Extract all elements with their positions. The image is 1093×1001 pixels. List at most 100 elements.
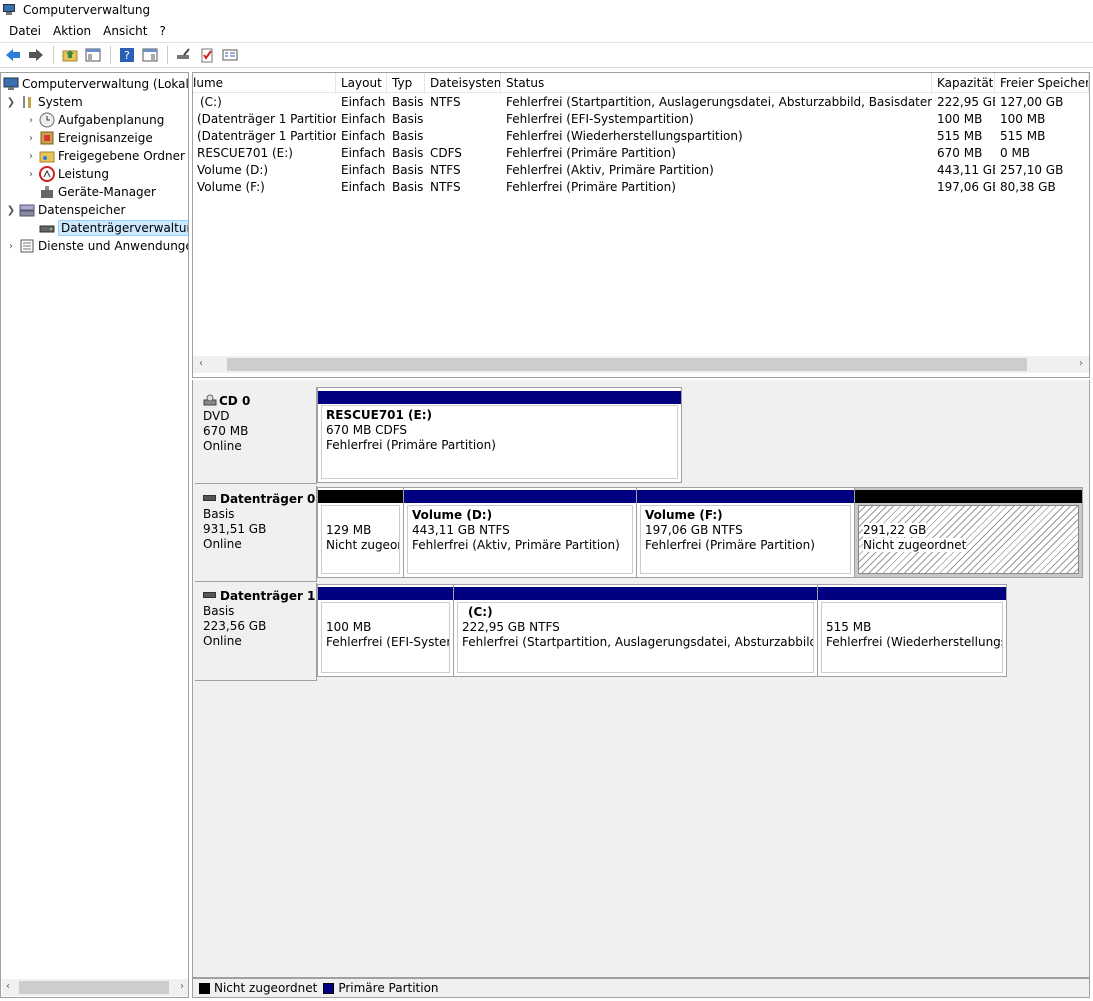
partition-info: 100 MB Fehlerfrei (EFI-Systempartition) <box>321 602 450 673</box>
title-bar: Computerverwaltung <box>0 0 1093 20</box>
partition-volume-f[interactable]: Volume (F:) 197,06 GB NTFS Fehlerfrei (P… <box>637 488 855 577</box>
disk-management-icon <box>39 220 55 236</box>
console-tree: Computerverwaltung (Lokal) ❯ System › Au… <box>0 72 189 998</box>
partition-color-bar <box>637 490 854 503</box>
volume-list-header: lume Layout Typ Dateisystem Status Kapaz… <box>193 73 1089 93</box>
checklist-icon[interactable] <box>197 46 216 65</box>
partition-info: 129 MB Nicht zugeordnet <box>321 505 400 574</box>
col-freier-speicher[interactable]: Freier Speicher <box>995 73 1089 93</box>
legend-swatch-primary <box>323 982 335 994</box>
tree-system[interactable]: ❯ System <box>5 93 83 111</box>
partition-info: 291,22 GB Nicht zugeordnet <box>858 505 1079 574</box>
svg-text:?: ? <box>124 49 130 62</box>
scroll-left-icon[interactable]: ‹ <box>199 358 203 369</box>
tree-item-ereignisanzeige[interactable]: › Ereignisanzeige <box>25 129 153 147</box>
col-kapazitaet[interactable]: Kapazität <box>932 73 995 93</box>
menu-datei[interactable]: Datei <box>3 24 47 38</box>
tree-item-leistung[interactable]: › Leistung <box>25 165 109 183</box>
menu-help[interactable]: ? <box>153 24 171 38</box>
tree-services[interactable]: › Dienste und Anwendungen <box>5 237 188 255</box>
partition-recovery[interactable]: 515 MB Fehlerfrei (Wiederherstellungspar… <box>818 585 1006 676</box>
tree-item-geraete-manager[interactable]: Geräte-Manager <box>39 183 156 201</box>
legend-label-primary: Primäre Partition <box>338 981 439 995</box>
computer-management-icon <box>3 4 17 16</box>
partition-unallocated-129mb[interactable]: 129 MB Nicht zugeordnet <box>318 488 404 577</box>
col-volume[interactable]: lume <box>193 73 336 93</box>
toolbar: ? <box>0 42 1093 68</box>
device-manager-icon <box>39 184 55 200</box>
disk-label-disk0[interactable]: Datenträger 0 Basis 931,51 GB Online <box>195 486 317 582</box>
partition-info: Volume (D:) 443,11 GB NTFS Fehlerfrei (A… <box>407 505 633 574</box>
back-arrow-icon[interactable] <box>3 46 22 65</box>
scroll-left-icon[interactable]: ‹ <box>6 981 10 992</box>
table-row[interactable]: (Datenträger 1 Partition 4) Einfach Basi… <box>193 128 1089 145</box>
table-row[interactable]: (Datenträger 1 Partition 1) Einfach Basi… <box>193 111 1089 128</box>
partition-info: 515 MB Fehlerfrei (Wiederherstellungspar… <box>821 602 1003 673</box>
tree-item-datentraegerverwaltung[interactable]: Datenträgerverwaltung <box>39 219 188 237</box>
disk-label-cd0[interactable]: CD 0 DVD 670 MB Online <box>195 387 317 484</box>
help-icon[interactable]: ? <box>117 46 136 65</box>
scroll-right-icon[interactable]: › <box>180 981 184 992</box>
disk-row-disk0: 129 MB Nicht zugeordnet Volume (D:) 443,… <box>317 487 1083 578</box>
scroll-thumb[interactable] <box>19 981 169 994</box>
partition-efi[interactable]: 100 MB Fehlerfrei (EFI-Systempartition) <box>318 585 454 676</box>
disk-graphical-view: CD 0 DVD 670 MB Online RESCUE701 (E:) 67… <box>192 380 1090 978</box>
connect-drive-icon[interactable] <box>174 46 193 65</box>
tree-item-aufgabenplanung[interactable]: › Aufgabenplanung <box>25 111 164 129</box>
partition-volume-d[interactable]: Volume (D:) 443,11 GB NTFS Fehlerfrei (A… <box>404 488 637 577</box>
window-title: Computerverwaltung <box>23 3 151 17</box>
chevron-right-icon[interactable]: › <box>25 115 37 126</box>
chevron-down-icon[interactable]: ❯ <box>5 205 17 216</box>
partition-info: (C:) 222,95 GB NTFS Fehlerfrei (Startpar… <box>457 602 814 673</box>
volume-list: lume Layout Typ Dateisystem Status Kapaz… <box>192 72 1090 378</box>
scroll-right-icon[interactable]: › <box>1079 358 1083 369</box>
storage-icon <box>19 202 35 218</box>
legend-bar: Nicht zugeordnet Primäre Partition <box>192 978 1090 998</box>
chevron-right-icon[interactable]: › <box>25 169 37 180</box>
hard-disk-icon <box>203 494 216 501</box>
col-dateisystem[interactable]: Dateisystem <box>425 73 501 93</box>
tree-horizontal-scrollbar[interactable]: ‹ › <box>2 979 188 996</box>
tools-icon <box>19 94 35 110</box>
col-layout[interactable]: Layout <box>336 73 387 93</box>
tree-item-freigegebene-ordner[interactable]: › Freigegebene Ordner <box>25 147 185 165</box>
scroll-thumb[interactable] <box>227 358 1027 371</box>
up-folder-icon[interactable] <box>60 46 79 65</box>
menu-aktion[interactable]: Aktion <box>47 24 97 38</box>
computer-icon <box>3 76 19 92</box>
col-status[interactable]: Status <box>501 73 932 93</box>
chevron-right-icon[interactable]: › <box>25 151 37 162</box>
partition-color-bar <box>318 490 403 503</box>
list-view-icon[interactable] <box>220 46 239 65</box>
table-row[interactable]: Volume (F:) Einfach Basis NTFS Fehlerfre… <box>193 179 1089 196</box>
cd-drive-icon <box>203 394 217 406</box>
partition-unallocated-291gb[interactable]: 291,22 GB Nicht zugeordnet <box>855 488 1082 577</box>
table-row[interactable]: (C:) Einfach Basis NTFS Fehlerfrei (Star… <box>193 94 1089 111</box>
console-tree-icon[interactable] <box>83 46 102 65</box>
properties-icon[interactable] <box>140 46 159 65</box>
disk-label-disk1[interactable]: Datenträger 1 Basis 223,56 GB Online <box>195 583 317 681</box>
partition-info: Volume (F:) 197,06 GB NTFS Fehlerfrei (P… <box>640 505 851 574</box>
chevron-right-icon[interactable]: › <box>25 133 37 144</box>
partition-c[interactable]: (C:) 222,95 GB NTFS Fehlerfrei (Startpar… <box>454 585 818 676</box>
tree-storage[interactable]: ❯ Datenspeicher <box>5 201 126 219</box>
list-horizontal-scrollbar[interactable]: ‹ › <box>193 356 1089 373</box>
chevron-right-icon[interactable]: › <box>5 241 17 252</box>
disk-row-cd0: RESCUE701 (E:) 670 MB CDFS Fehlerfrei (P… <box>317 387 682 483</box>
legend-label-unallocated: Nicht zugeordnet <box>214 981 318 995</box>
col-typ[interactable]: Typ <box>387 73 425 93</box>
forward-arrow-icon[interactable] <box>26 46 45 65</box>
partition-color-bar <box>855 490 1082 503</box>
shared-folder-icon <box>39 148 55 164</box>
table-row[interactable]: Volume (D:) Einfach Basis NTFS Fehlerfre… <box>193 162 1089 179</box>
hard-disk-icon <box>203 591 216 598</box>
partition-color-bar <box>454 587 817 600</box>
partition-color-bar <box>404 490 636 503</box>
partition-rescue701[interactable]: RESCUE701 (E:) 670 MB CDFS Fehlerfrei (P… <box>318 388 681 482</box>
table-row[interactable]: RESCUE701 (E:) Einfach Basis CDFS Fehler… <box>193 145 1089 162</box>
services-icon <box>19 238 35 254</box>
details-pane: lume Layout Typ Dateisystem Status Kapaz… <box>192 72 1090 998</box>
chevron-down-icon[interactable]: ❯ <box>5 97 17 108</box>
menu-ansicht[interactable]: Ansicht <box>97 24 153 38</box>
tree-root[interactable]: Computerverwaltung (Lokal) <box>3 75 188 93</box>
